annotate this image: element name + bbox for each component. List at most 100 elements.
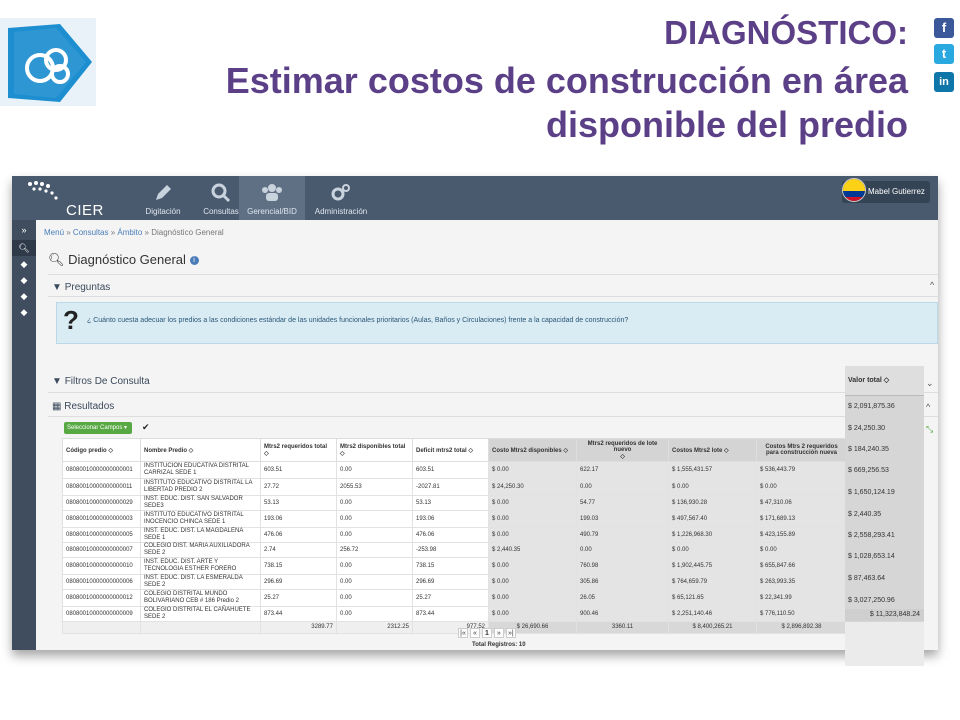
first-page-button[interactable]: |« [458, 628, 468, 638]
breadcrumb-item[interactable]: Ámbito [117, 228, 142, 237]
tab-label: Gerencial/BID [247, 207, 297, 216]
sidebar-bullet-icon[interactable]: ◆ [12, 256, 36, 272]
brand-logo[interactable]: CIER [26, 180, 126, 219]
table-cell: 296.69 [412, 574, 489, 590]
column-header[interactable]: Deficit mtrs2 total ◇ [412, 438, 489, 462]
prev-page-button[interactable]: « [469, 628, 480, 638]
table-row[interactable]: 08080010000000000012 COLEGIO DISTRITAL MU… [62, 589, 847, 607]
total-cell: $ 8,400,265.21 [668, 621, 757, 634]
valor-total-cell: $ 1,650,124.19 [848, 489, 895, 496]
next-page-button[interactable]: » [493, 628, 504, 638]
check-icon[interactable]: ✔ [142, 422, 150, 433]
search-icon[interactable]: 🔍︎ [12, 240, 36, 256]
table-cell: 08080010000000000009 [62, 606, 141, 622]
table-cell: $ 263,993.35 [756, 574, 847, 590]
table-cell: 490.79 [576, 527, 669, 543]
breadcrumb-item[interactable]: Consultas [73, 228, 109, 237]
total-cell: 2312.25 [336, 621, 413, 634]
table-cell: 0.00 [576, 542, 669, 558]
app-screenshot: CIER Digitación Consultas Gerencial/BID … [12, 176, 938, 650]
table-cell: 738.15 [260, 557, 337, 575]
logo-icon [0, 18, 96, 106]
table-cell: 08080010000000000029 [62, 495, 141, 511]
table-row[interactable]: 08080010000000000011 INSTITUTO EDUCATIVO … [62, 478, 847, 496]
table-cell: 476.06 [412, 527, 489, 543]
valor-total-cell: $ 2,440.35 [848, 511, 882, 518]
tab-administracion[interactable]: Administración [308, 176, 374, 220]
table-cell: $ 2,440.35 [488, 542, 577, 558]
chevron-up-icon[interactable]: ^ [926, 402, 930, 412]
column-header[interactable]: Código predio ◇ [62, 438, 141, 462]
table-row[interactable]: 08080010000000000005 INST. EDUC. DIST. LA… [62, 527, 847, 543]
sidebar-bullet-icon[interactable]: ◆ [12, 272, 36, 288]
linkedin-icon[interactable]: in [934, 72, 954, 92]
column-header[interactable]: Costos Mtrs2 lote ◇ [668, 438, 757, 462]
column-header[interactable]: Mtrs2 requeridos de lote nuevo ◇ [576, 438, 669, 462]
brand-name: CIER [66, 202, 104, 219]
valor-total-header[interactable]: Valor total ◇ [845, 366, 924, 396]
pencil-icon [156, 185, 171, 200]
table-row[interactable]: 08080010000000000003 INSTITUTO EDUCATIVO … [62, 510, 847, 528]
table-cell: $ 0.00 [488, 557, 577, 575]
tab-digitacion[interactable]: Digitación [130, 176, 196, 220]
valor-total-cell: $ 2,091,875.36 [848, 403, 895, 410]
resultados-header[interactable]: ▦ Resultados [52, 401, 114, 412]
valor-total-cell: $ 2,558,293.41 [848, 532, 895, 539]
table-cell: $ 497,567.40 [668, 510, 757, 528]
column-header[interactable]: Costos Mtrs 2 requeridos para construcci… [756, 438, 847, 462]
question-box: ? ¿ Cuánto cuesta adecuar los predios a … [56, 302, 938, 344]
last-page-button[interactable]: »| [505, 628, 516, 638]
table-row[interactable]: 08080010000000000029 INST. EDUC. DIST. SA… [62, 495, 847, 511]
table-cell: INST. EDUC. DIST. LA ESMERALDA SEDE 2 [140, 574, 261, 590]
filtros-header[interactable]: ▼ Filtros De Consulta [52, 376, 150, 387]
table-cell: 0.00 [336, 606, 413, 622]
tab-label: Administración [314, 207, 368, 216]
table-row[interactable]: 08080010000000000007 COLEGIO DIST. MARIA … [62, 542, 847, 558]
table-cell: 08080010000000000007 [62, 542, 141, 558]
facebook-icon[interactable]: f [934, 18, 954, 38]
info-icon[interactable]: i [189, 256, 199, 266]
valor-total-column: Valor total ◇ $ 2,091,875.36 $ 24,250.30 $… [845, 366, 924, 666]
table-cell: $ 536,443.79 [756, 461, 847, 479]
table-cell: 900.46 [576, 606, 669, 622]
table-row[interactable]: 08080010000000000010 INST. EDUC. DIST. AR… [62, 557, 847, 575]
total-cell [140, 621, 261, 634]
preguntas-header[interactable]: ▼ Preguntas [52, 282, 110, 293]
table-cell: $ 0.00 [488, 606, 577, 622]
select-fields-button[interactable]: Seleccionar Campos ▾ [64, 422, 132, 434]
sidebar-bullet-icon[interactable]: ◆ [12, 304, 36, 320]
sidebar-bullet-icon[interactable]: ◆ [12, 288, 36, 304]
table-icon: ▦ [52, 401, 62, 412]
table-cell: INST. EDUC. DIST. SAN SALVADOR SEDE3 [140, 495, 261, 511]
table-cell: $ 0.00 [488, 589, 577, 607]
breadcrumb-item[interactable]: Menú [44, 228, 64, 237]
results-table: Código predio ◇ Nombre Predio ◇ Mtrs2 re… [62, 438, 847, 634]
table-cell: 25.27 [260, 589, 337, 607]
table-cell: 25.27 [412, 589, 489, 607]
table-row[interactable]: 08080010000000000006 INST. EDUC. DIST. LA… [62, 574, 847, 590]
tab-gerencial[interactable]: Gerencial/BID [239, 176, 305, 220]
table-cell: $ 47,310.06 [756, 495, 847, 511]
twitter-icon[interactable]: t [934, 44, 954, 64]
column-header[interactable]: Nombre Predio ◇ [140, 438, 261, 462]
table-cell: COLEGIO DISTRITAL MUNDO BOLIVARIANO CEB … [140, 589, 261, 607]
filter-icon: ▼ [52, 282, 62, 293]
table-row[interactable]: 08080010000000000001 INSTITUCION EDUCATIV… [62, 461, 847, 479]
total-cell [62, 621, 141, 634]
table-cell: $ 2,251,140.46 [668, 606, 757, 622]
table-row[interactable]: 08080010000000000009 COLEGIO DISTRITAL EL… [62, 606, 847, 622]
column-header[interactable]: Costo Mtrs2 disponibles ◇ [488, 438, 577, 462]
chevron-down-icon[interactable]: ⌄ [926, 378, 934, 389]
table-cell: 0.00 [336, 495, 413, 511]
table-cell: $ 24,250.30 [488, 478, 577, 496]
column-header[interactable]: Mtrs2 disponibles total ◇ [336, 438, 413, 462]
chevron-up-icon[interactable]: ^ [930, 280, 934, 290]
table-cell: $ 776,110.50 [756, 606, 847, 622]
table-cell: INSTITUTO EDUCATIVO DISTRITAL INOCENCIO … [140, 510, 261, 528]
current-page-button[interactable]: 1 [481, 628, 492, 638]
expand-icon[interactable]: » [12, 222, 36, 238]
column-header[interactable]: Mtrs2 requeridos total ◇ [260, 438, 337, 462]
table-cell: 199.03 [576, 510, 669, 528]
expand-arrows-icon[interactable]: ⤡ [926, 424, 933, 435]
table-cell: $ 655,847.66 [756, 557, 847, 575]
